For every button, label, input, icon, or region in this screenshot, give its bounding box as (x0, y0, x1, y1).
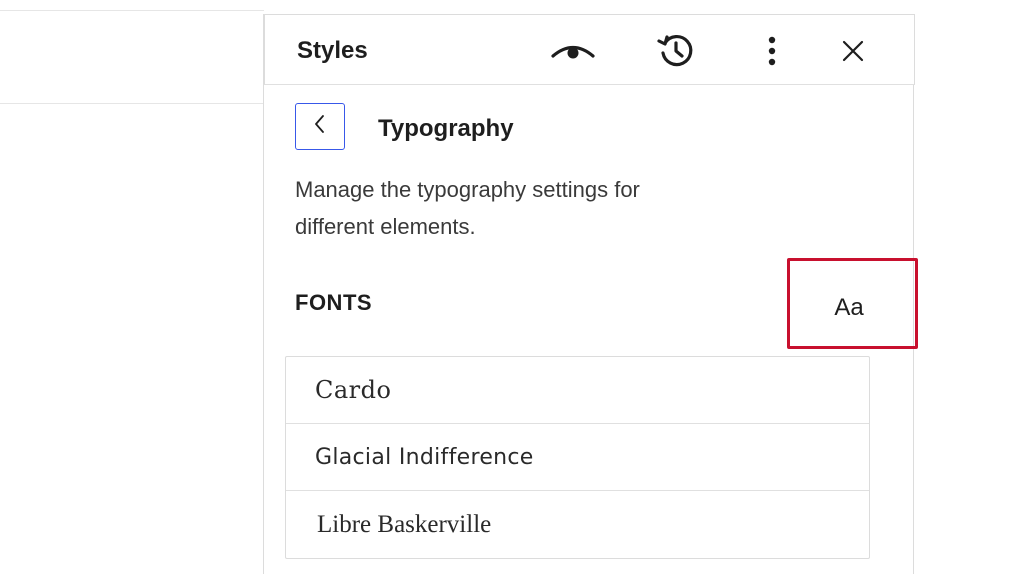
back-button[interactable] (295, 103, 345, 150)
close-icon (841, 39, 865, 63)
editor-divider (0, 10, 264, 11)
sidebar-header: Styles (264, 14, 915, 85)
more-options-button[interactable] (750, 29, 794, 73)
navigation-title: Typography (378, 115, 514, 142)
more-vertical-icon (767, 36, 777, 66)
font-item-libre-baskerville[interactable]: Libre Baskerville (286, 491, 869, 558)
panel-description: Manage the typography settings for diffe… (295, 177, 640, 239)
close-button[interactable] (831, 29, 875, 73)
annotation-highlight (787, 258, 918, 349)
fonts-heading: FONTS (295, 290, 373, 315)
chevron-left-icon (313, 113, 327, 140)
font-item-cardo[interactable]: Cardo (286, 357, 869, 424)
history-icon (656, 31, 696, 71)
editor-divider (0, 103, 264, 104)
eye-icon (551, 41, 595, 61)
screen: Styles Typography Manage the typography … (0, 0, 1024, 574)
style-book-button[interactable] (551, 29, 595, 73)
panel-title: Styles (297, 37, 368, 64)
font-item-glacial-indifference[interactable]: Glacial Indifference (286, 424, 869, 491)
font-family-list: Cardo Glacial Indifference Libre Baskerv… (285, 356, 870, 559)
revisions-button[interactable] (654, 29, 698, 73)
